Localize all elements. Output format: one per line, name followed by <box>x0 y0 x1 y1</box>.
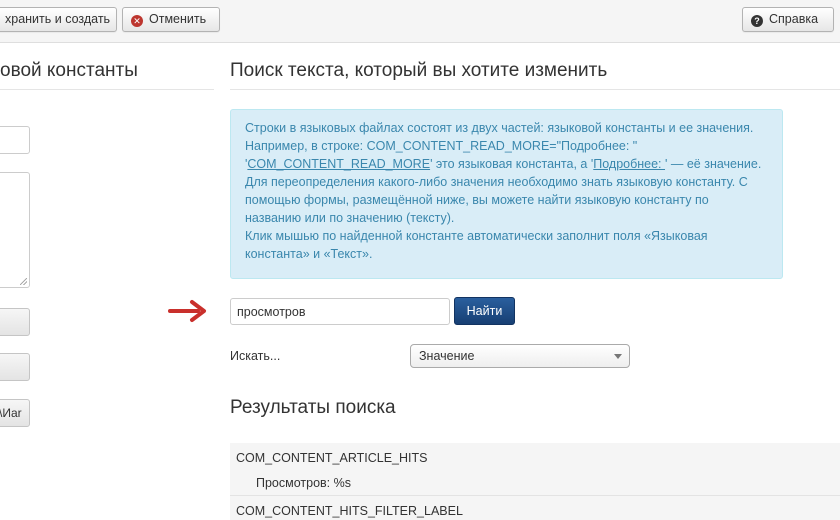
left-form-button-1[interactable] <box>0 308 30 336</box>
language-constant-input[interactable] <box>0 126 30 154</box>
left-form-button-3[interactable]: \Иar <box>0 399 30 427</box>
help-button[interactable]: ? Справка <box>742 7 834 32</box>
search-input[interactable] <box>230 298 450 325</box>
search-divider <box>230 89 840 90</box>
left-form-button-2[interactable] <box>0 353 30 381</box>
result-item[interactable]: COM_CONTENT_HITS_FILTER_LABEL <box>230 496 840 520</box>
text-textarea[interactable] <box>0 172 30 288</box>
info-line-3: 'COM_CONTENT_READ_MORE' это языковая кон… <box>245 155 768 173</box>
left-section-heading: овой константы <box>0 60 138 81</box>
info-line-1: Строки в языковых файлах состоят из двух… <box>245 121 754 135</box>
cancel-label: Отменить <box>149 12 207 26</box>
result-constant: COM_CONTENT_HITS_FILTER_LABEL <box>236 504 463 518</box>
save-and-new-button[interactable]: хранить и создать <box>0 7 117 32</box>
search-type-select[interactable]: Значение <box>410 344 630 368</box>
info-line-4: Для переопределения какого-либо значения… <box>245 175 748 225</box>
result-value: Просмотров: %s <box>256 476 351 490</box>
results-heading: Результаты поиска <box>230 397 396 418</box>
search-in-label: Искать... <box>230 349 281 363</box>
toolbar: хранить и создать ✕ Отменить ? Справка <box>0 0 840 43</box>
cancel-button[interactable]: ✕ Отменить <box>122 7 220 32</box>
info-line-5: Клик мышью по найденной константе автома… <box>245 229 708 261</box>
info-line-2: Например, в строке: COM_CONTENT_READ_MOR… <box>245 139 638 153</box>
search-type-value: Значение <box>419 349 475 363</box>
result-constant: COM_CONTENT_ARTICLE_HITS <box>236 451 428 465</box>
question-circle-icon: ? <box>751 15 763 27</box>
info-tail-text: ' — её значение. <box>665 157 762 171</box>
info-value-link[interactable]: Подробнее: <box>593 157 665 171</box>
info-alert: Строки в языковых файлах состоят из двух… <box>230 109 783 279</box>
left-form-button-3-label: \Иar <box>0 406 22 420</box>
info-mid-text: ' это языковая константа, а ' <box>430 157 594 171</box>
find-button[interactable]: Найти <box>454 297 515 325</box>
save-and-new-label: хранить и создать <box>5 12 111 26</box>
result-item[interactable]: COM_CONTENT_ARTICLE_HITS Просмотров: %s <box>230 443 840 496</box>
results-list: COM_CONTENT_ARTICLE_HITS Просмотров: %s … <box>230 443 840 520</box>
arrow-right-icon <box>168 300 206 322</box>
info-const-link[interactable]: COM_CONTENT_READ_MORE <box>247 157 430 171</box>
help-label: Справка <box>769 12 819 26</box>
chevron-down-icon <box>614 354 622 359</box>
cancel-circle-icon: ✕ <box>131 15 143 27</box>
resize-grip-icon[interactable] <box>20 278 27 285</box>
search-section-heading: Поиск текста, который вы хотите изменить <box>230 60 608 81</box>
left-divider <box>0 89 214 90</box>
